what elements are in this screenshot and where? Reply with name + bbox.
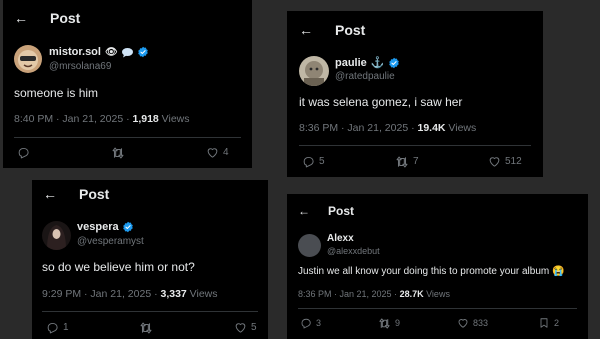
bookmark-icon bbox=[538, 317, 550, 329]
timestamp[interactable]: 8:36 PM · Jan 21, 2025 · bbox=[298, 289, 400, 299]
timestamp[interactable]: 9:29 PM · Jan 21, 2025 · bbox=[42, 288, 160, 300]
action-bar: 5 7 512 bbox=[302, 155, 522, 168]
page-title: Post bbox=[50, 10, 81, 26]
verified-badge-icon bbox=[137, 46, 149, 58]
action-bar: 3 9 833 2 bbox=[300, 317, 559, 329]
timestamp[interactable]: 8:40 PM · Jan 21, 2025 · bbox=[14, 113, 132, 125]
reply-count: 5 bbox=[319, 156, 325, 167]
user-handle[interactable]: @mrsolana69 bbox=[49, 61, 111, 72]
views-count: 19.4K bbox=[417, 122, 446, 134]
user-handle[interactable]: @ratedpaulie bbox=[335, 71, 395, 82]
views-label: Views bbox=[445, 122, 477, 134]
arrow-left-icon[interactable]: ← bbox=[14, 11, 28, 25]
like-button[interactable]: 4 bbox=[206, 146, 229, 159]
post-header: ← Post bbox=[299, 22, 365, 38]
display-name[interactable]: paulie ⚓ bbox=[335, 56, 400, 69]
like-button[interactable]: 833 bbox=[457, 317, 488, 329]
reply-button[interactable]: 1 bbox=[46, 321, 69, 334]
like-button[interactable]: 5 bbox=[234, 321, 257, 334]
arrow-left-icon[interactable]: ← bbox=[298, 205, 310, 217]
views-label: Views bbox=[158, 113, 190, 125]
page-title: Post bbox=[79, 186, 110, 202]
reply-icon bbox=[300, 317, 312, 329]
reply-icon bbox=[46, 321, 59, 334]
repost-button[interactable]: 9 bbox=[378, 317, 400, 330]
views-count: 1,918 bbox=[132, 113, 159, 125]
post-meta: 8:40 PM · Jan 21, 2025 · 1,918 Views bbox=[14, 113, 190, 125]
post-text: it was selena gomez, i saw her bbox=[299, 95, 463, 109]
post-text: so do we believe him or not? bbox=[42, 260, 195, 274]
divider bbox=[298, 308, 577, 309]
like-count: 4 bbox=[223, 147, 229, 158]
post-header: ← Post bbox=[14, 10, 80, 26]
post-text: Justin we all know your doing this to pr… bbox=[298, 266, 565, 277]
like-count: 5 bbox=[251, 322, 257, 333]
user-handle[interactable]: @alexxdebut bbox=[327, 246, 380, 256]
post-meta: 9:29 PM · Jan 21, 2025 · 3,337 Views bbox=[42, 288, 218, 300]
reply-button[interactable]: 3 bbox=[300, 317, 321, 329]
avatar[interactable] bbox=[299, 56, 329, 86]
reply-button[interactable] bbox=[17, 146, 34, 159]
post-card-alexx: ← Post Alexx @alexxdebut Justin we all k… bbox=[287, 194, 588, 339]
timestamp[interactable]: 8:36 PM · Jan 21, 2025 · bbox=[299, 122, 417, 134]
views-label: Views bbox=[186, 288, 218, 300]
avatar[interactable] bbox=[14, 45, 42, 73]
reply-icon bbox=[17, 146, 30, 159]
heart-icon bbox=[488, 155, 501, 168]
action-bar: 1 5 bbox=[46, 321, 257, 334]
page-title: Post bbox=[335, 22, 366, 38]
page-title: Post bbox=[328, 204, 355, 218]
divider bbox=[42, 311, 258, 312]
repost-icon bbox=[111, 146, 125, 160]
reply-count: 1 bbox=[63, 322, 69, 333]
views-count: 3,337 bbox=[160, 288, 187, 300]
post-header: ← Post bbox=[43, 186, 109, 202]
post-header: ← Post bbox=[298, 204, 354, 218]
action-bar: 4 bbox=[17, 146, 229, 159]
display-name[interactable]: Alexx bbox=[327, 233, 354, 244]
repost-button[interactable] bbox=[139, 321, 157, 335]
post-text: someone is him bbox=[14, 86, 99, 100]
verified-badge-icon bbox=[388, 57, 400, 69]
bookmark-button[interactable]: 2 bbox=[538, 317, 559, 329]
post-meta: 8:36 PM · Jan 21, 2025 · 19.4K Views bbox=[299, 122, 476, 134]
heart-icon bbox=[206, 146, 219, 159]
views-label: Views bbox=[423, 289, 450, 299]
reply-button[interactable]: 5 bbox=[302, 155, 325, 168]
views-count: 28.7K bbox=[399, 289, 424, 299]
repost-button[interactable] bbox=[111, 146, 129, 160]
eye-emoji-icon: 👁 bbox=[104, 46, 118, 58]
divider bbox=[299, 145, 531, 146]
like-button[interactable]: 512 bbox=[488, 155, 522, 168]
anchor-emoji-icon: ⚓ bbox=[370, 57, 385, 69]
reply-icon bbox=[302, 155, 315, 168]
bookmark-count: 2 bbox=[554, 318, 560, 328]
repost-count: 7 bbox=[413, 156, 419, 167]
post-meta: 8:36 PM · Jan 21, 2025 · 28.7K Views bbox=[298, 289, 450, 299]
arrow-left-icon[interactable]: ← bbox=[43, 187, 57, 201]
heart-icon bbox=[234, 321, 247, 334]
repost-icon bbox=[395, 155, 409, 169]
avatar[interactable] bbox=[298, 234, 321, 257]
post-card-vespera: ← Post vespera @vesperamyst so do we bel… bbox=[32, 180, 268, 339]
speech-bubble-icon bbox=[121, 47, 133, 57]
reply-count: 3 bbox=[316, 318, 322, 328]
avatar[interactable] bbox=[42, 221, 71, 250]
repost-icon bbox=[139, 321, 153, 335]
display-name[interactable]: mistor.sol 👁 bbox=[49, 46, 149, 58]
repost-icon bbox=[378, 317, 391, 330]
display-name[interactable]: vespera bbox=[77, 221, 134, 233]
post-card-mistor-sol: ← Post mistor.sol 👁 @mrsolana69 someone … bbox=[3, 0, 252, 168]
heart-icon bbox=[457, 317, 469, 329]
repost-count: 9 bbox=[395, 318, 401, 328]
like-count: 512 bbox=[505, 156, 522, 167]
verified-badge-icon bbox=[122, 221, 134, 233]
user-handle[interactable]: @vesperamyst bbox=[77, 236, 144, 247]
arrow-left-icon[interactable]: ← bbox=[299, 23, 313, 37]
post-card-paulie: ← Post paulie ⚓ @ratedpaulie it was sele… bbox=[287, 11, 543, 177]
divider bbox=[14, 137, 241, 138]
like-count: 833 bbox=[473, 318, 489, 328]
repost-button[interactable]: 7 bbox=[395, 155, 419, 169]
